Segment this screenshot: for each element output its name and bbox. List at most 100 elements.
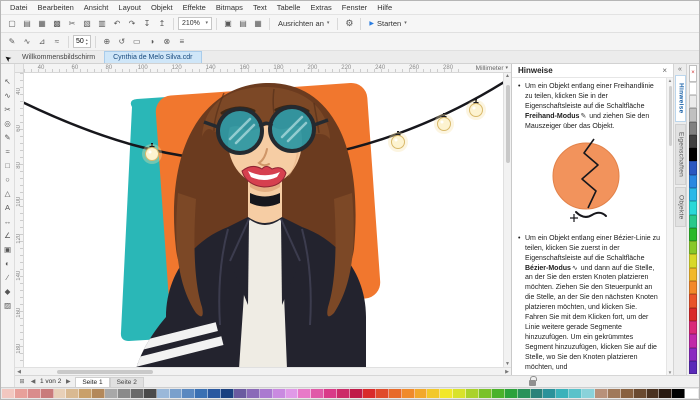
menu-item[interactable]: Fenster: [337, 3, 372, 12]
color-swatch[interactable]: [298, 389, 311, 398]
print-icon[interactable]: ▩: [50, 17, 64, 30]
zoom-tool[interactable]: ◎: [2, 118, 14, 129]
polyline-mode-icon[interactable]: ⊿: [35, 35, 49, 48]
scroll-right-icon[interactable]: ▶: [503, 369, 511, 375]
fullscreen-preview-icon[interactable]: ▣: [221, 17, 235, 30]
cut-icon[interactable]: ✂: [65, 17, 79, 30]
color-swatch[interactable]: [689, 254, 697, 267]
menu-item[interactable]: Datei: [5, 3, 33, 12]
color-swatch[interactable]: [689, 348, 697, 361]
import-icon[interactable]: ↧: [140, 17, 154, 30]
color-swatch[interactable]: [689, 201, 697, 214]
options-gear-icon[interactable]: ⚙: [342, 17, 356, 30]
menu-item[interactable]: Text: [248, 3, 272, 12]
color-swatch[interactable]: [466, 389, 479, 398]
color-swatch[interactable]: [221, 389, 234, 398]
stepper-arrows-icon[interactable]: ▴ ▾: [86, 38, 88, 46]
color-swatch[interactable]: [337, 389, 350, 398]
rotate-icon[interactable]: ↺: [115, 35, 129, 48]
artistic-media-tool[interactable]: ≈: [2, 146, 14, 157]
menu-item[interactable]: Tabelle: [272, 3, 306, 12]
previous-page-icon[interactable]: ◀: [29, 378, 37, 385]
docker-tab[interactable]: Objekte: [675, 187, 686, 228]
color-swatch[interactable]: [689, 135, 697, 148]
color-swatch[interactable]: [689, 241, 697, 254]
page-tab[interactable]: Seite 1: [75, 377, 109, 388]
color-swatch[interactable]: [689, 108, 697, 121]
mirror-icon[interactable]: ◑: [145, 35, 159, 48]
color-swatch[interactable]: [389, 389, 402, 398]
export-icon[interactable]: ↥: [155, 17, 169, 30]
parallel-dimension-tool[interactable]: ↔: [2, 216, 14, 227]
color-swatch[interactable]: [479, 389, 492, 398]
horizontal-ruler[interactable]: 406080100120140160180200220240260280: [24, 64, 465, 72]
color-swatch[interactable]: [208, 389, 221, 398]
next-page-icon[interactable]: ▶: [64, 378, 72, 385]
color-swatch[interactable]: [621, 389, 634, 398]
menu-item[interactable]: Effekte: [178, 3, 211, 12]
color-swatch[interactable]: [363, 389, 376, 398]
copy-icon[interactable]: ▧: [80, 17, 94, 30]
color-swatch[interactable]: [634, 389, 647, 398]
color-swatch[interactable]: [247, 389, 260, 398]
freehand-mode-icon[interactable]: ✎: [5, 35, 19, 48]
color-swatch[interactable]: [595, 389, 608, 398]
hints-scrollbar[interactable]: ▲ ▼: [666, 78, 673, 375]
drop-shadow-tool[interactable]: ▣: [2, 244, 14, 255]
text-tool[interactable]: A: [2, 202, 14, 213]
menu-item[interactable]: Ansicht: [79, 3, 114, 12]
color-swatch[interactable]: [689, 82, 697, 95]
color-swatch[interactable]: [273, 389, 286, 398]
color-swatch[interactable]: [543, 389, 556, 398]
color-swatch[interactable]: [689, 215, 697, 228]
pick-tool[interactable]: ↖: [2, 76, 14, 87]
ruler-origin[interactable]: [15, 64, 24, 72]
color-swatch[interactable]: [92, 389, 105, 398]
interactive-fill-tool[interactable]: ◆: [2, 286, 14, 297]
snap-to-dropdown[interactable]: Ausrichten an ▾: [274, 17, 333, 31]
bounding-box-icon[interactable]: ▭: [130, 35, 144, 48]
color-swatch[interactable]: [182, 389, 195, 398]
color-swatch[interactable]: [350, 389, 363, 398]
color-swatch[interactable]: [2, 389, 15, 398]
color-swatch[interactable]: [689, 228, 697, 241]
launcher-dropdown[interactable]: ▶ Starten ▾: [365, 17, 410, 31]
color-swatch[interactable]: [689, 334, 697, 347]
hints-scroll-thumb[interactable]: [669, 86, 672, 146]
menu-item[interactable]: Objekt: [146, 3, 178, 12]
color-swatch[interactable]: [689, 294, 697, 307]
menu-item[interactable]: Hilfe: [372, 3, 397, 12]
color-swatch[interactable]: [608, 389, 621, 398]
ellipse-tool[interactable]: ○: [2, 174, 14, 185]
vertical-scroll-thumb[interactable]: [506, 85, 510, 163]
no-color-swatch[interactable]: ×: [689, 65, 697, 82]
bezier-mode-icon[interactable]: ∿: [20, 35, 34, 48]
crop-tool[interactable]: ✂: [2, 104, 14, 115]
color-swatch[interactable]: [324, 389, 337, 398]
freehand-smoothing-input[interactable]: 50 ▴ ▾: [73, 35, 91, 48]
add-node-icon[interactable]: ⊕: [100, 35, 114, 48]
color-swatch[interactable]: [689, 321, 697, 334]
color-swatch[interactable]: [54, 389, 67, 398]
shape-tool[interactable]: ∿: [2, 90, 14, 101]
page-list-icon[interactable]: ⊞: [18, 378, 26, 385]
color-swatch[interactable]: [28, 389, 41, 398]
color-swatch[interactable]: [505, 389, 518, 398]
color-swatch[interactable]: [286, 389, 299, 398]
color-swatch[interactable]: [689, 281, 697, 294]
color-swatch[interactable]: [689, 122, 697, 135]
close-icon[interactable]: ×: [662, 66, 667, 75]
connector-tool[interactable]: ∠: [2, 230, 14, 241]
color-swatch[interactable]: [118, 389, 131, 398]
vertical-ruler[interactable]: 406080100120140160180: [15, 73, 24, 367]
color-swatch[interactable]: [79, 389, 92, 398]
open-icon[interactable]: ▤: [20, 17, 34, 30]
docker-tab[interactable]: Hinweise: [675, 75, 686, 122]
scroll-left-icon[interactable]: ◀: [15, 369, 23, 375]
document-tab[interactable]: Willkommensbildschirm: [13, 51, 104, 63]
color-swatch[interactable]: [234, 389, 247, 398]
color-swatch[interactable]: [689, 95, 697, 108]
redo-icon[interactable]: ↷: [125, 17, 139, 30]
color-swatch[interactable]: [689, 268, 697, 281]
color-swatch[interactable]: [672, 389, 685, 398]
